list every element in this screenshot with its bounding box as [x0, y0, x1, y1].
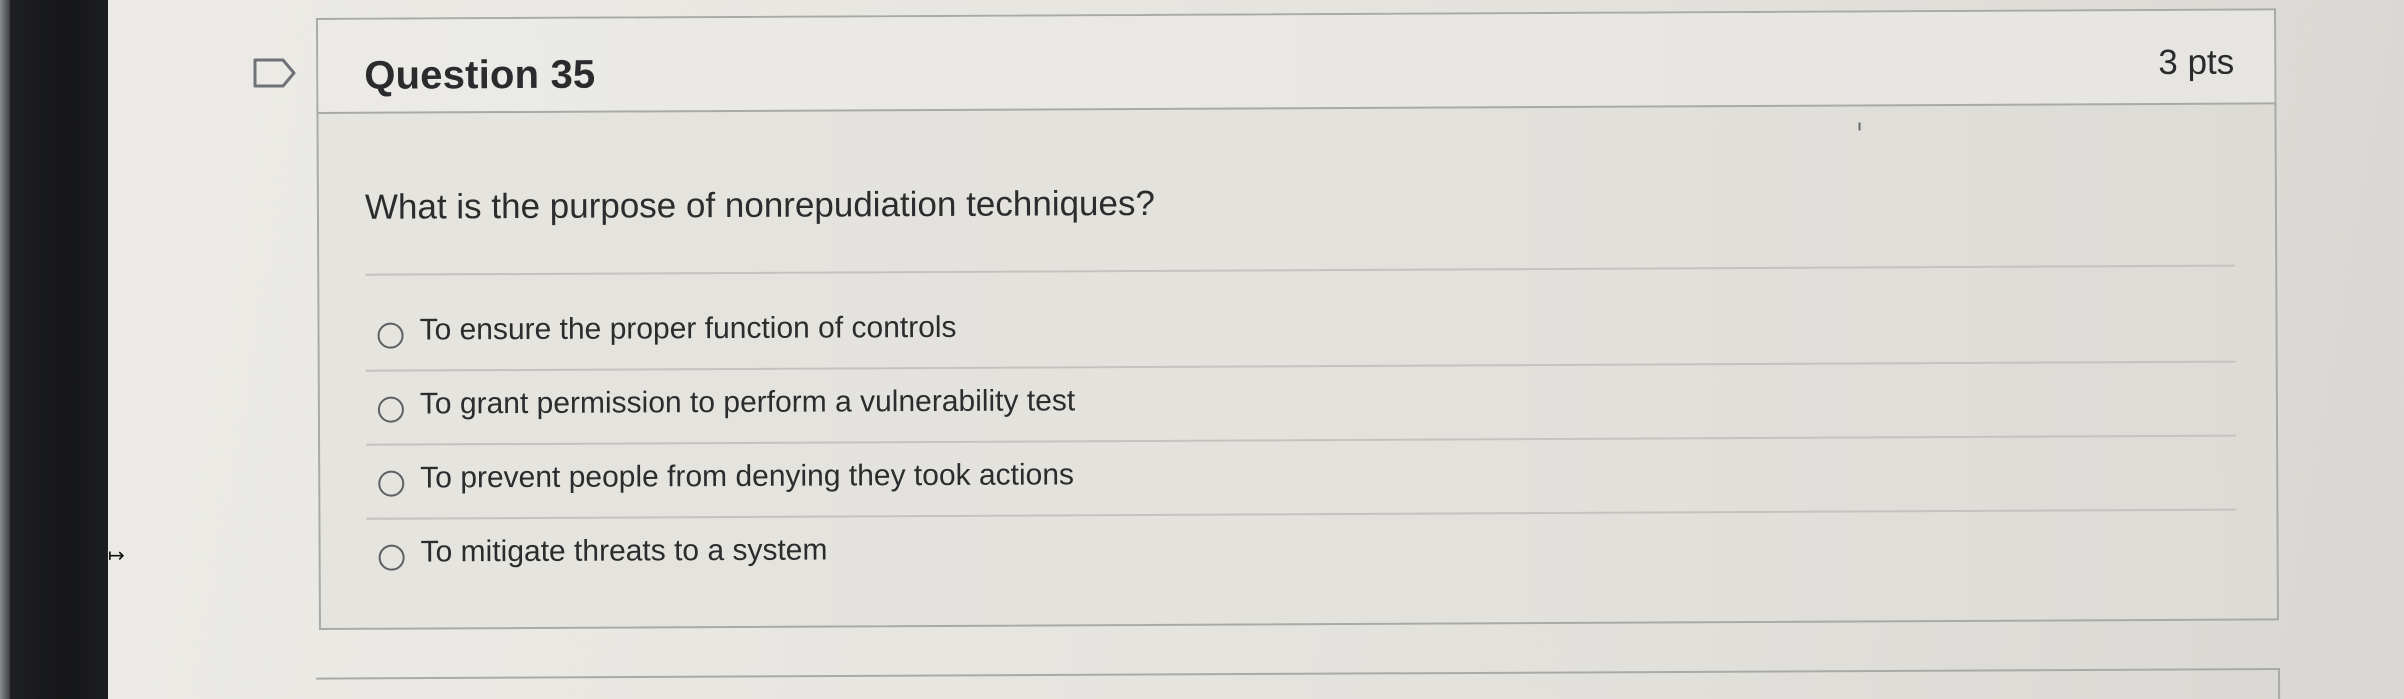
- next-question-card-edge: [316, 668, 2281, 699]
- radio-button-icon[interactable]: [377, 396, 404, 423]
- radio-button-icon[interactable]: [378, 544, 405, 571]
- answer-option-3[interactable]: To prevent people from denying they took…: [366, 449, 2236, 518]
- answer-label: To ensure the proper function of control…: [419, 310, 957, 347]
- question-card: Question 35 3 pts What is the purpose of…: [316, 8, 2279, 630]
- question-header: Question 35 3 pts: [318, 10, 2275, 114]
- radio-button-icon[interactable]: [378, 470, 405, 497]
- screen-bezel: [0, 0, 108, 699]
- question-prompt: What is the purpose of nonrepudiation te…: [364, 183, 1155, 227]
- flag-question-icon[interactable]: [252, 57, 298, 89]
- answer-option-4[interactable]: To mitigate threats to a system: [367, 523, 2237, 592]
- bezel-edge: [0, 0, 10, 699]
- radio-button-icon[interactable]: [377, 322, 404, 349]
- arrow-cursor-icon: ↦: [108, 545, 125, 567]
- question-points: 3 pts: [2158, 42, 2235, 82]
- prompt-divider: [365, 264, 2236, 276]
- answer-option-1[interactable]: To ensure the proper function of control…: [365, 301, 2235, 370]
- answer-option-2[interactable]: To grant permission to perform a vulnera…: [366, 375, 2236, 444]
- answer-label: To prevent people from denying they took…: [420, 458, 1075, 495]
- stray-mark: [1858, 122, 1861, 131]
- answer-label: To mitigate threats to a system: [420, 533, 828, 569]
- question-title: Question 35: [364, 52, 596, 98]
- answer-label: To grant permission to perform a vulnera…: [419, 384, 1076, 421]
